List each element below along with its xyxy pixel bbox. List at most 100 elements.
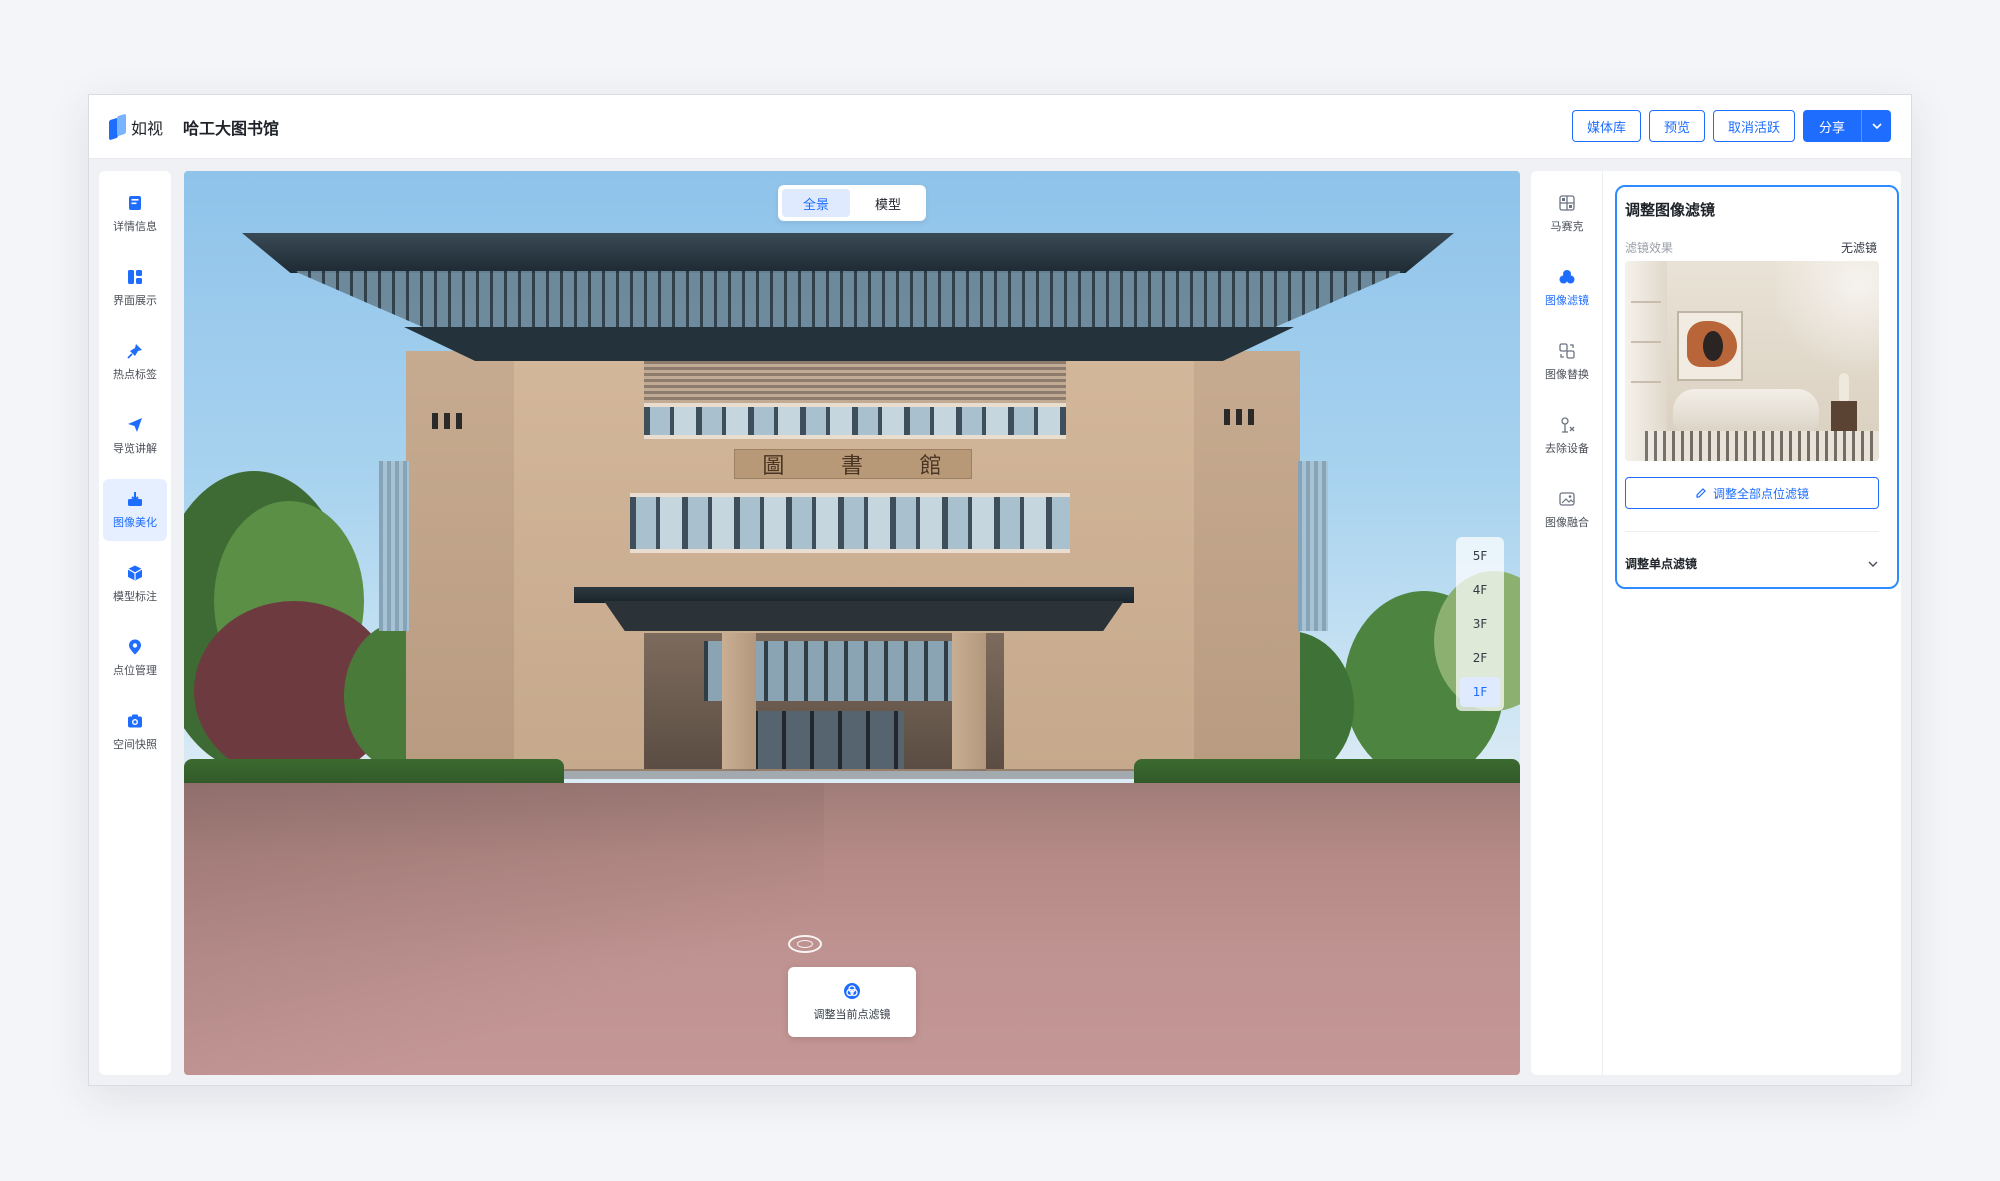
app-window: 如视 哈工大图书馆 媒体库 预览 取消活跃 分享 详情信息 界面展示 热点标签 … xyxy=(88,94,1912,1086)
tool-label: 图像滤镜 xyxy=(1545,294,1589,307)
nav-label: 图像美化 xyxy=(113,516,157,529)
tool-image-filter[interactable]: 图像滤镜 xyxy=(1535,257,1599,319)
filter-preview-image[interactable] xyxy=(1625,261,1879,461)
adjust-current-filter-label: 调整当前点滤镜 xyxy=(813,1008,891,1021)
brand-logo[interactable]: 如视 xyxy=(109,113,163,141)
wing-window xyxy=(432,413,438,429)
filter-effect-label: 滤镜效果 xyxy=(1625,241,1674,255)
nav-item-beautify[interactable]: 图像美化 xyxy=(103,479,167,541)
single-point-filter-accordion[interactable]: 调整单点滤镜 xyxy=(1625,555,1879,572)
tool-mosaic[interactable]: 马赛克 xyxy=(1535,183,1599,245)
project-title: 哈工大图书馆 xyxy=(183,119,280,138)
filter-circles-icon xyxy=(844,983,860,999)
edit-pencil-icon xyxy=(1696,488,1706,498)
tool-label: 图像替换 xyxy=(1545,368,1589,381)
ground-shadow xyxy=(184,783,824,1075)
building-roof xyxy=(242,233,1454,273)
nav-item-snapshot[interactable]: 空间快照 xyxy=(103,701,167,763)
chevron-down-icon xyxy=(1868,561,1878,567)
roof-underside xyxy=(404,327,1294,361)
window-row xyxy=(630,493,1070,553)
glass-strip xyxy=(1298,461,1328,631)
preview-artwork xyxy=(1677,311,1743,381)
building-sign: 圖 書 館 xyxy=(734,449,972,479)
preview-shelf xyxy=(1631,341,1661,343)
roof-grid xyxy=(294,271,1404,329)
preview-button[interactable]: 预览 xyxy=(1648,110,1705,142)
sign-char: 書 xyxy=(840,454,865,479)
nav-label: 详情信息 xyxy=(113,220,157,233)
preview-shelf xyxy=(1631,381,1661,383)
preview-light xyxy=(1775,261,1879,381)
preview-vase xyxy=(1839,373,1849,401)
base-shadow xyxy=(474,769,1244,779)
view-mode-toggle: 全景 模型 xyxy=(778,185,926,221)
chevron-down-icon xyxy=(1871,123,1882,130)
nav-label: 空间快照 xyxy=(113,738,157,751)
camera-icon xyxy=(128,714,142,728)
preview-art-shape xyxy=(1703,331,1723,361)
preview-side-table xyxy=(1831,401,1857,431)
tool-image-replace[interactable]: 图像替换 xyxy=(1535,331,1599,393)
image-filter-card: 调整图像滤镜 滤镜效果 无滤镜 调整全部点位滤镜 调整单点滤镜 xyxy=(1615,185,1899,589)
tool-image-merge[interactable]: 图像融合 xyxy=(1535,479,1599,541)
nav-item-guide[interactable]: 导览讲解 xyxy=(103,405,167,467)
tool-label: 去除设备 xyxy=(1545,442,1589,455)
floor-option[interactable]: 2F xyxy=(1460,643,1500,673)
floor-option-active[interactable]: 1F xyxy=(1460,677,1500,707)
nav-label: 热点标签 xyxy=(113,368,157,381)
replace-icon xyxy=(1559,343,1575,359)
floor-picker: 5F 4F 3F 2F 1F xyxy=(1456,537,1504,711)
divider xyxy=(1625,531,1879,532)
panorama-viewer[interactable]: 圖 書 館 全景 模型 5F 4F 3F 2F 1F 调整当前点滤镜 xyxy=(184,171,1520,1075)
adjust-all-filters-button[interactable]: 调整全部点位滤镜 xyxy=(1625,477,1879,509)
wing-window xyxy=(444,413,450,429)
share-split-button: 分享 xyxy=(1802,110,1891,142)
tab-panorama[interactable]: 全景 xyxy=(782,189,850,217)
media-library-button[interactable]: 媒体库 xyxy=(1571,110,1641,142)
right-panel: 调整图像滤镜 滤镜效果 无滤镜 调整全部点位滤镜 调整单点滤镜 xyxy=(1603,171,1901,1075)
filter-icon xyxy=(1559,270,1575,284)
share-dropdown-button[interactable] xyxy=(1861,110,1891,142)
tool-rail: 马赛克 图像滤镜 图像替换 去除设备 图像融合 xyxy=(1531,171,1603,1075)
navigation-point-marker[interactable] xyxy=(788,935,822,953)
nav-item-interface[interactable]: 界面展示 xyxy=(103,257,167,319)
tool-remove-device[interactable]: 去除设备 xyxy=(1535,405,1599,467)
wing-window xyxy=(456,413,462,429)
wing-window xyxy=(1248,409,1254,425)
nav-item-model-annotation[interactable]: 模型标注 xyxy=(103,553,167,615)
left-sidebar: 详情信息 界面展示 热点标签 导览讲解 图像美化 模型标注 点位管理 空间快照 xyxy=(99,171,171,1075)
share-button[interactable]: 分享 xyxy=(1802,110,1861,142)
nav-label: 点位管理 xyxy=(113,664,157,677)
pillar xyxy=(952,633,986,771)
cancel-activate-button[interactable]: 取消活跃 xyxy=(1712,110,1795,142)
nav-label: 界面展示 xyxy=(113,294,157,307)
floor-option[interactable]: 3F xyxy=(1460,609,1500,639)
preview-rug xyxy=(1645,431,1879,461)
canopy-underside xyxy=(604,601,1124,631)
nav-item-hotspots[interactable]: 热点标签 xyxy=(103,331,167,393)
nav-item-details[interactable]: 详情信息 xyxy=(103,183,167,245)
logo-text: 如视 xyxy=(131,119,164,138)
floor-option[interactable]: 5F xyxy=(1460,541,1500,571)
tool-label: 马赛克 xyxy=(1550,220,1584,233)
pin-icon xyxy=(127,344,142,359)
send-icon xyxy=(128,418,142,432)
wing-window xyxy=(1224,409,1230,425)
marker-inner-ring xyxy=(797,940,813,948)
header-actions: 媒体库 预览 取消活跃 分享 xyxy=(1571,110,1891,142)
building-left-wing xyxy=(406,351,526,771)
preview-shelf xyxy=(1631,301,1661,303)
floor-option[interactable]: 4F xyxy=(1460,575,1500,605)
nav-label: 导览讲解 xyxy=(113,442,157,455)
logo-mark-icon xyxy=(109,113,127,141)
beautify-icon xyxy=(128,492,142,506)
filter-panel-title: 调整图像滤镜 xyxy=(1625,201,1716,219)
nav-item-points[interactable]: 点位管理 xyxy=(103,627,167,689)
entrance-door xyxy=(754,711,904,769)
adjust-current-filter-button[interactable]: 调整当前点滤镜 xyxy=(788,967,916,1037)
document-icon xyxy=(129,196,141,210)
image-merge-icon xyxy=(1559,492,1575,506)
single-point-filter-label: 调整单点滤镜 xyxy=(1625,557,1698,571)
tab-model[interactable]: 模型 xyxy=(854,189,922,217)
